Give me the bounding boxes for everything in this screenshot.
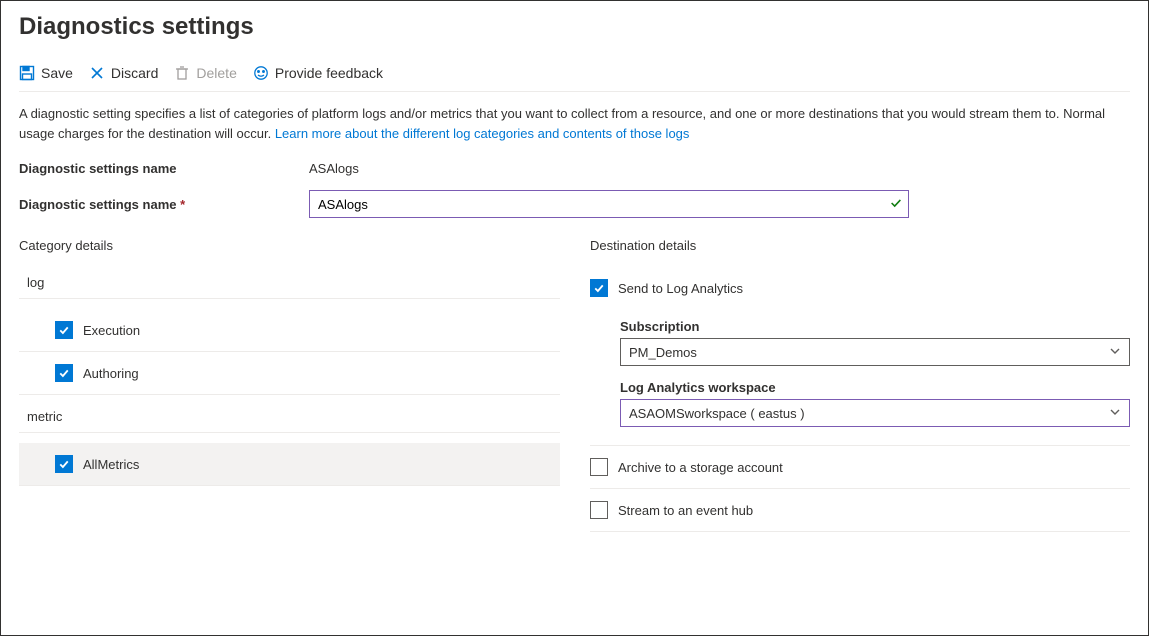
authoring-checkbox[interactable] — [55, 364, 73, 382]
log-analytics-subform: Subscription PM_Demos Log Analytics work… — [590, 309, 1130, 446]
execution-checkbox[interactable] — [55, 321, 73, 339]
toolbar: Save Discard Delete Provide feedback — [19, 65, 1130, 92]
discard-button[interactable]: Discard — [89, 65, 158, 81]
authoring-label: Authoring — [83, 366, 139, 381]
settings-name-readonly-row: Diagnostic settings name ASAlogs — [19, 161, 1130, 176]
subscription-label: Subscription — [620, 319, 1130, 334]
allmetrics-label: AllMetrics — [83, 457, 139, 472]
log-group-label: log — [19, 267, 560, 299]
trash-icon — [174, 65, 190, 81]
storage-row: Archive to a storage account — [590, 446, 1130, 489]
destination-details-heading: Destination details — [590, 238, 1130, 253]
log-analytics-label: Send to Log Analytics — [618, 281, 743, 296]
diagnostics-settings-panel: Diagnostics settings Save Discard Delete… — [0, 0, 1149, 636]
category-details-column: Category details log Execution Authoring… — [19, 238, 560, 532]
feedback-icon — [253, 65, 269, 81]
eventhub-row: Stream to an event hub — [590, 489, 1130, 532]
execution-label: Execution — [83, 323, 140, 338]
log-execution-row: Execution — [19, 309, 560, 352]
page-title: Diagnostics settings — [19, 13, 1130, 41]
settings-name-input[interactable] — [309, 190, 909, 218]
settings-name-readonly-label: Diagnostic settings name — [19, 161, 309, 176]
settings-name-readonly-value: ASAlogs — [309, 161, 359, 176]
allmetrics-checkbox[interactable] — [55, 455, 73, 473]
metric-all-row: AllMetrics — [19, 443, 560, 486]
chevron-down-icon — [1109, 406, 1121, 421]
log-analytics-row: Send to Log Analytics — [590, 267, 1130, 309]
metric-group-label: metric — [19, 401, 560, 433]
subscription-value: PM_Demos — [629, 345, 697, 360]
save-button[interactable]: Save — [19, 65, 73, 81]
eventhub-checkbox[interactable] — [590, 501, 608, 519]
destination-details-column: Destination details Send to Log Analytic… — [590, 238, 1130, 532]
category-details-heading: Category details — [19, 238, 560, 253]
settings-name-label: Diagnostic settings name * — [19, 197, 309, 212]
log-analytics-checkbox[interactable] — [590, 279, 608, 297]
workspace-select[interactable]: ASAOMSworkspace ( eastus ) — [620, 399, 1130, 427]
settings-name-row: Diagnostic settings name * — [19, 190, 1130, 218]
feedback-button[interactable]: Provide feedback — [253, 65, 383, 81]
log-authoring-row: Authoring — [19, 352, 560, 395]
delete-button: Delete — [174, 65, 236, 81]
feedback-label: Provide feedback — [275, 65, 383, 81]
workspace-value: ASAOMSworkspace ( eastus ) — [629, 406, 805, 421]
discard-icon — [89, 65, 105, 81]
storage-checkbox[interactable] — [590, 458, 608, 476]
required-star-icon: * — [180, 197, 185, 212]
chevron-down-icon — [1109, 345, 1121, 360]
eventhub-label: Stream to an event hub — [618, 503, 753, 518]
subscription-select[interactable]: PM_Demos — [620, 338, 1130, 366]
workspace-label: Log Analytics workspace — [620, 380, 1130, 395]
learn-more-link[interactable]: Learn more about the different log categ… — [275, 126, 690, 141]
delete-label: Delete — [196, 65, 236, 81]
discard-label: Discard — [111, 65, 158, 81]
checkmark-icon — [889, 196, 903, 213]
save-label: Save — [41, 65, 73, 81]
description: A diagnostic setting specifies a list of… — [19, 104, 1119, 143]
storage-label: Archive to a storage account — [618, 460, 783, 475]
save-icon — [19, 65, 35, 81]
